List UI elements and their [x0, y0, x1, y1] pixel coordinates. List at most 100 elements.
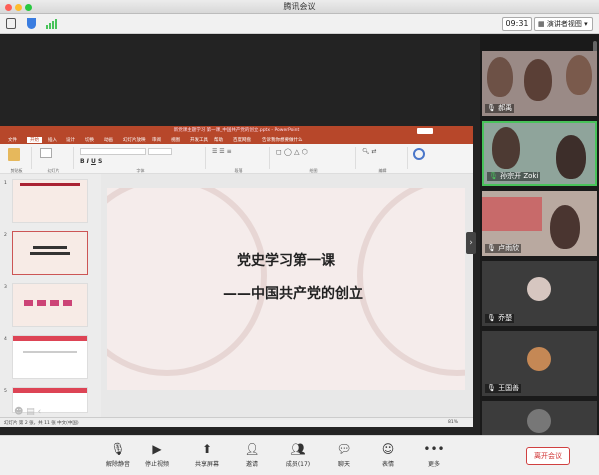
shared-screen-area: 新党课主题学习 第一课_中国共产党的创立.pptx - PowerPoint 文…	[0, 35, 480, 435]
name-text: 王国善	[498, 384, 520, 392]
thumbnail-slide-1[interactable]	[12, 179, 88, 223]
participant-name: 🎙︎ 卢雨欣	[485, 244, 522, 253]
video-feed	[487, 57, 513, 97]
tell-me-search[interactable]: 告诉我你想要做什么	[262, 137, 303, 143]
video-feed	[556, 135, 586, 179]
stop-video-button[interactable]: ▶︎ 停止视频	[135, 441, 179, 468]
chevron-right-icon[interactable]: ›	[466, 232, 476, 254]
tab-animations[interactable]: 动画	[104, 137, 113, 143]
zoom-level[interactable]: 81%	[448, 420, 458, 425]
chat-button[interactable]: 💬︎ 聊天	[322, 441, 366, 468]
name-text: 孙宗开 Zoki	[500, 172, 539, 180]
slide-subtitle: ——中国共产党的创立	[223, 286, 363, 302]
university-seal-left	[107, 188, 267, 376]
share-screen-button[interactable]: ⬆︎ 共享屏幕	[185, 441, 229, 468]
participant-tile[interactable]: 🎙︎ 乔楚	[482, 261, 597, 326]
participant-tile[interactable]: 🎙︎ 卢雨欣	[482, 191, 597, 256]
thumbnail-slide-4[interactable]	[12, 335, 88, 379]
mic-off-icon: 🎙︎	[487, 104, 496, 112]
video-feed	[492, 127, 520, 169]
bullets-icon[interactable]: ☰ ☰ ≡	[212, 148, 232, 155]
powerpoint-window: 新党课主题学习 第一课_中国共产党的创立.pptx - PowerPoint 文…	[0, 126, 473, 427]
slide-title: 党史学习第一课	[237, 253, 335, 269]
group-paragraph: ☰ ☰ ≡ 段落	[208, 147, 270, 173]
signal-icon[interactable]	[46, 18, 58, 29]
avatar	[527, 347, 551, 371]
name-text: 郝禹	[498, 104, 513, 112]
info-icon[interactable]	[6, 18, 16, 29]
tab-home[interactable]: 开始	[27, 137, 42, 143]
group-clipboard: 剪贴板	[2, 147, 32, 173]
button-label: 表情	[381, 461, 394, 468]
mic-on-icon: 🎙︎	[489, 172, 498, 180]
button-label: 更多	[427, 461, 440, 468]
members-icon: 👥︎	[290, 442, 306, 456]
bold-icon[interactable]: B I U S	[80, 158, 102, 165]
thumb-number: 2	[4, 233, 7, 238]
thumbnail-slide-2[interactable]	[12, 231, 88, 275]
participant-name: 🎙︎ 孙宗开 Zoki	[487, 172, 541, 181]
tab-developer[interactable]: 开发工具	[190, 137, 208, 143]
thumb-number: 1	[4, 181, 7, 186]
participant-tile-active[interactable]: 🎙︎ 孙宗开 Zoki	[482, 121, 597, 186]
annotate-toolbar-icons[interactable]: ☻ ▤ ‹	[14, 407, 41, 417]
thumbnail-slide-3[interactable]	[12, 283, 88, 327]
chat-icon: 💬︎	[336, 442, 352, 456]
name-text: 卢雨欣	[498, 244, 520, 252]
find-icon[interactable]: 🔍︎ ⇄	[362, 148, 377, 155]
meeting-controls: 🎙︎ 解除静音 ▶︎ 停止视频 ⬆︎ 共享屏幕 👤︎ 邀请 👥︎ 成员(17) 💬︎ 聊天 …	[0, 435, 599, 475]
video-feed	[566, 55, 592, 95]
tab-file[interactable]: 文件	[8, 137, 17, 143]
designer-icon[interactable]	[413, 148, 425, 160]
name-text: 乔楚	[498, 314, 513, 322]
unmute-button[interactable]: 🎙︎ 解除静音	[96, 441, 140, 468]
video-feed	[550, 205, 580, 249]
participant-name: 🎙︎ 乔楚	[485, 314, 515, 323]
tab-design[interactable]: 设计	[66, 137, 75, 143]
tab-slideshow[interactable]: 幻灯片放映	[123, 137, 146, 143]
current-slide[interactable]: 党史学习第一课 ——中国共产党的创立	[107, 188, 465, 390]
reactions-button[interactable]: ☺︎ 表情	[366, 441, 410, 468]
view-selector[interactable]: ▦ 演讲者视图 ▾	[534, 17, 593, 31]
shield-icon[interactable]	[27, 18, 36, 29]
tab-transitions[interactable]: 切换	[85, 137, 94, 143]
font-name-box[interactable]	[80, 148, 146, 155]
group-slides: 幻灯片	[34, 147, 74, 173]
tab-review[interactable]: 审阅	[152, 137, 161, 143]
members-button[interactable]: 👥︎ 成员(17)	[276, 441, 320, 468]
button-label: 解除静音	[105, 461, 130, 468]
more-icon: •••	[423, 442, 445, 456]
avatar	[527, 409, 551, 433]
tab-insert[interactable]: 插入	[48, 137, 57, 143]
mic-off-icon: 🎙︎	[487, 314, 496, 322]
tab-help[interactable]: 帮助	[214, 137, 223, 143]
participant-tile[interactable]: 🎙︎ 王国善	[482, 331, 597, 396]
button-label: 共享屏幕	[194, 461, 219, 468]
paste-icon[interactable]	[8, 148, 20, 161]
shapes-icon[interactable]: ◻ ◯ △ ⬡	[276, 148, 308, 156]
share-button[interactable]	[417, 128, 433, 134]
video-feed	[524, 59, 552, 101]
participant-tile[interactable]	[482, 401, 597, 435]
ribbon: 剪贴板 幻灯片 B I U S 字体 ☰ ☰ ≡ 段落 ◻ ◯ △ ⬡ 绘图 🔍…	[0, 144, 473, 174]
more-button[interactable]: ••• 更多	[412, 441, 456, 468]
ppt-status-bar: 幻灯片 第 2 张，共 11 张 中文(中国) 81%	[0, 417, 473, 427]
mic-off-icon: 🎙︎	[110, 442, 126, 456]
share-screen-icon: ⬆︎	[201, 442, 213, 456]
button-label: 邀请	[245, 461, 258, 468]
group-font: B I U S 字体	[76, 147, 206, 173]
invite-button[interactable]: 👤︎ 邀请	[230, 441, 274, 468]
university-seal-right	[357, 188, 465, 376]
leave-meeting-button[interactable]: 离开会议	[526, 447, 570, 465]
group-drawing: ◻ ◯ △ ⬡ 绘图	[272, 147, 356, 173]
font-size-box[interactable]	[148, 148, 172, 155]
button-label: 停止视频	[144, 461, 169, 468]
smile-icon: ☺︎	[381, 442, 395, 456]
slide-editor: 党史学习第一课 ——中国共产党的创立	[101, 174, 473, 417]
add-user-icon: 👤︎	[244, 442, 260, 456]
new-slide-icon[interactable]	[40, 148, 52, 158]
mic-off-icon: 🎙︎	[487, 384, 496, 392]
participant-tile[interactable]: 🎙︎ 郝禹	[482, 51, 597, 116]
tab-view[interactable]: 视图	[171, 137, 180, 143]
tab-baidu[interactable]: 百度网盘	[233, 137, 251, 143]
